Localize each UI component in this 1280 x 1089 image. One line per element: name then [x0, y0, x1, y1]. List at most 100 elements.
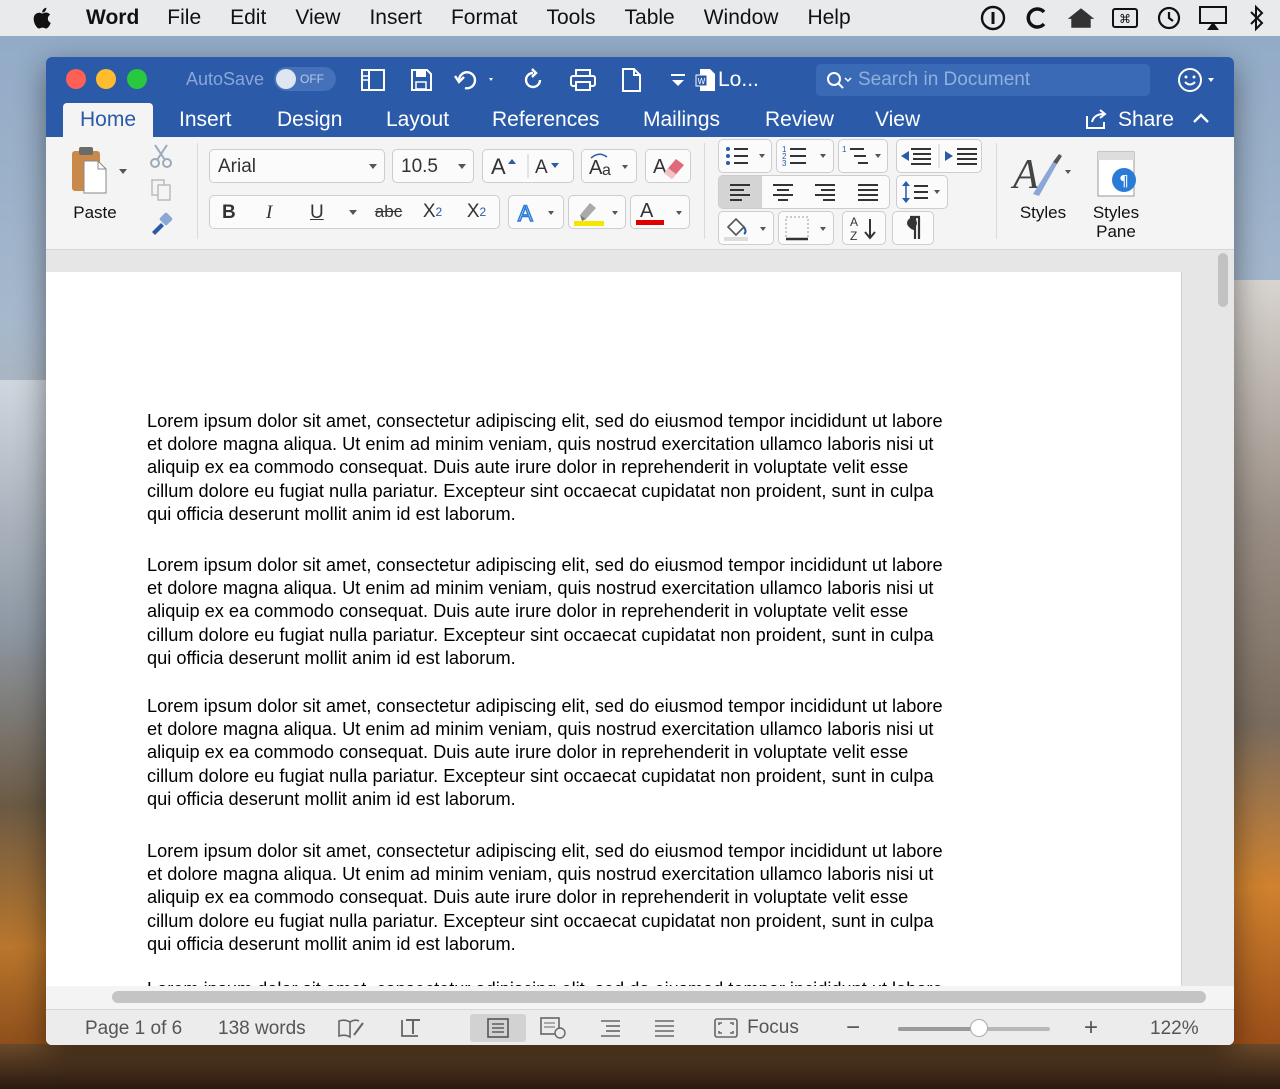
zoom-slider[interactable]	[898, 1019, 1050, 1037]
redo-icon[interactable]	[520, 65, 548, 95]
tab-design[interactable]: Design	[277, 108, 342, 137]
tab-mailings[interactable]: Mailings	[643, 108, 720, 137]
superscript-button[interactable]: X2	[454, 195, 500, 229]
word-count[interactable]: 138 words	[218, 1018, 306, 1040]
paragraph-3[interactable]: Lorem ipsum dolor sit amet, consectetur …	[147, 695, 1047, 811]
text-effects-button[interactable]: A	[508, 195, 564, 229]
sidebar-icon[interactable]	[358, 65, 388, 95]
print-icon[interactable]	[568, 65, 598, 95]
tab-review[interactable]: Review	[765, 108, 834, 137]
change-case-button[interactable]: Aa	[581, 149, 637, 183]
search-input[interactable]: Search in Document	[816, 64, 1150, 96]
align-center-icon[interactable]	[771, 182, 795, 202]
font-name-chevron-icon[interactable]	[368, 163, 378, 171]
grow-shrink-font-icon[interactable]: AA	[483, 151, 573, 181]
paste-button[interactable]	[60, 145, 118, 197]
format-painter-button[interactable]	[146, 209, 176, 239]
strikethrough-button[interactable]: abc	[366, 195, 412, 229]
page-count[interactable]: Page 1 of 6	[85, 1018, 182, 1040]
sort-button[interactable]: AZ	[842, 211, 886, 245]
bluetooth-icon[interactable]	[1242, 4, 1272, 32]
horizontal-scrollbar[interactable]	[112, 991, 1206, 1003]
smiley-feedback-icon[interactable]	[1176, 65, 1222, 95]
bold-button[interactable]: B	[222, 202, 236, 224]
focus-mode-button[interactable]: Focus	[706, 1014, 806, 1042]
font-color-button[interactable]: A	[630, 195, 690, 229]
tab-home[interactable]: Home	[63, 103, 154, 137]
document-canvas[interactable]: Lorem ipsum dolor sit amet, consectetur …	[46, 250, 1234, 986]
window-close-button[interactable]	[66, 69, 86, 89]
font-size-combobox[interactable]: 10.5	[392, 149, 474, 183]
zoom-slider-thumb[interactable]	[969, 1019, 988, 1037]
line-spacing-button[interactable]	[896, 175, 948, 209]
multilevel-list-button[interactable]: 1	[838, 139, 888, 173]
menu-view[interactable]: View	[295, 6, 340, 30]
numbering-button[interactable]: 123	[776, 139, 834, 173]
menu-window[interactable]: Window	[704, 6, 779, 30]
italic-button[interactable]: I	[266, 202, 272, 224]
menu-file[interactable]: File	[167, 6, 201, 30]
copy-button[interactable]	[146, 175, 176, 205]
underline-button[interactable]: U	[310, 202, 324, 224]
document-page[interactable]: Lorem ipsum dolor sit amet, consectetur …	[46, 272, 1182, 986]
tab-view[interactable]: View	[875, 108, 920, 137]
zoom-in-button[interactable]: +	[1084, 1014, 1098, 1042]
c-app-icon[interactable]	[1022, 4, 1052, 32]
proofing-book-icon[interactable]	[336, 1014, 366, 1042]
document-title[interactable]: Lo...	[718, 68, 759, 92]
track-changes-icon[interactable]	[396, 1014, 426, 1042]
outline-view-icon[interactable]	[596, 1014, 626, 1042]
show-formatting-marks-button[interactable]	[892, 211, 934, 245]
bullets-button[interactable]	[718, 139, 772, 173]
shading-button[interactable]	[718, 211, 774, 245]
styles-pane-button[interactable]: ¶	[1090, 147, 1144, 201]
indent-icons[interactable]	[897, 141, 981, 171]
new-document-icon[interactable]	[618, 65, 644, 95]
draft-view-icon[interactable]	[650, 1014, 680, 1042]
keyboard-command-icon[interactable]: ⌘	[1110, 4, 1140, 32]
zoom-out-button[interactable]: −	[846, 1014, 860, 1042]
print-layout-view-button[interactable]	[470, 1014, 526, 1042]
customize-toolbar-icon[interactable]	[666, 65, 690, 95]
menu-tools[interactable]: Tools	[547, 6, 596, 30]
highlight-button[interactable]	[568, 195, 626, 229]
borders-button[interactable]	[778, 211, 834, 245]
cut-button[interactable]	[146, 141, 176, 171]
align-left-button[interactable]	[719, 176, 762, 208]
justify-icon[interactable]	[856, 182, 880, 202]
zoom-level[interactable]: 122%	[1150, 1018, 1199, 1040]
airplay-icon[interactable]	[1198, 4, 1228, 32]
paragraph-1[interactable]: Lorem ipsum dolor sit amet, consectetur …	[147, 410, 1047, 526]
clear-formatting-button[interactable]: A	[645, 149, 691, 183]
menu-edit[interactable]: Edit	[230, 6, 266, 30]
apple-icon[interactable]	[30, 5, 56, 31]
paste-options-chevron-icon[interactable]	[118, 168, 128, 176]
font-name-combobox[interactable]: Arial	[209, 149, 385, 183]
undo-icon[interactable]	[452, 65, 498, 95]
collapse-ribbon-chevron-up-icon[interactable]	[1192, 109, 1210, 129]
info-circle-icon[interactable]	[978, 4, 1008, 32]
underline-options-chevron-icon[interactable]	[348, 209, 358, 217]
paragraph-4[interactable]: Lorem ipsum dolor sit amet, consectetur …	[147, 840, 1047, 956]
window-minimize-button[interactable]	[96, 69, 116, 89]
time-machine-icon[interactable]	[1154, 4, 1184, 32]
home-icon[interactable]	[1066, 4, 1096, 32]
font-size-chevron-icon[interactable]	[457, 163, 467, 171]
styles-gallery-button[interactable]: A	[1008, 147, 1072, 201]
menu-insert[interactable]: Insert	[369, 6, 422, 30]
web-layout-icon[interactable]	[538, 1014, 568, 1042]
menu-help[interactable]: Help	[807, 6, 850, 30]
vertical-scrollbar[interactable]	[1218, 253, 1228, 307]
paragraph-2[interactable]: Lorem ipsum dolor sit amet, consectetur …	[147, 554, 1047, 670]
menu-table[interactable]: Table	[625, 6, 675, 30]
menu-format[interactable]: Format	[451, 6, 518, 30]
save-icon[interactable]	[406, 65, 436, 95]
subscript-button[interactable]: X2	[411, 195, 455, 229]
window-zoom-button[interactable]	[127, 69, 147, 89]
tab-layout[interactable]: Layout	[386, 108, 449, 137]
tab-references[interactable]: References	[492, 108, 599, 137]
share-button[interactable]: Share	[1084, 108, 1174, 132]
align-right-icon[interactable]	[813, 182, 837, 202]
tab-insert[interactable]: Insert	[179, 108, 232, 137]
autosave-toggle[interactable]: OFF	[274, 67, 336, 91]
